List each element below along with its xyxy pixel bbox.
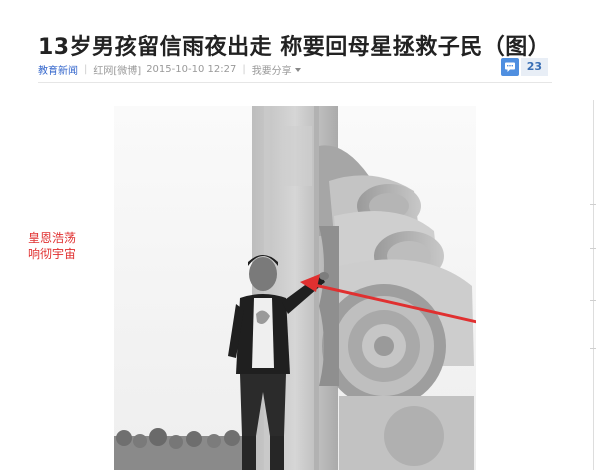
share-label: 我要分享 (251, 66, 292, 77)
photo-illustration (114, 106, 476, 470)
page-edge-tick (590, 348, 596, 349)
photo-annotation: 皇恩浩荡 响彻宇宙 (24, 230, 80, 262)
channel-link[interactable]: 教育新闻 (38, 62, 78, 77)
page-edge-tick (590, 204, 596, 205)
article-meta: 教育新闻 | 红网[微博] 2015-10-10 12:27 | 我要分享 (38, 62, 301, 77)
annotation-line-1: 皇恩浩荡 (27, 231, 76, 245)
meta-separator: | (84, 64, 88, 75)
article-source: 红网[微博] (93, 66, 142, 77)
meta-separator: | (242, 64, 246, 75)
page-edge-tick (590, 248, 596, 249)
annotation-line-2: 响彻宇宙 (27, 247, 76, 261)
chevron-down-icon (294, 68, 301, 72)
article-photo (114, 106, 476, 470)
page-edge-tick (590, 300, 596, 301)
article-page: 13岁男孩留信雨夜出走 称要回母星拯救子民（图） 教育新闻 | 红网[微博] 2… (0, 0, 600, 470)
article-meta-bar: 教育新闻 | 红网[微博] 2015-10-10 12:27 | 我要分享 23 (38, 56, 552, 83)
share-dropdown[interactable]: 我要分享 (252, 62, 301, 77)
comment-count: 23 (520, 58, 548, 76)
page-edge-line (593, 100, 594, 470)
comment-count-button[interactable]: 23 (500, 58, 548, 76)
article-date: 2015-10-10 12:27 (146, 64, 237, 75)
comment-icon (500, 58, 519, 76)
